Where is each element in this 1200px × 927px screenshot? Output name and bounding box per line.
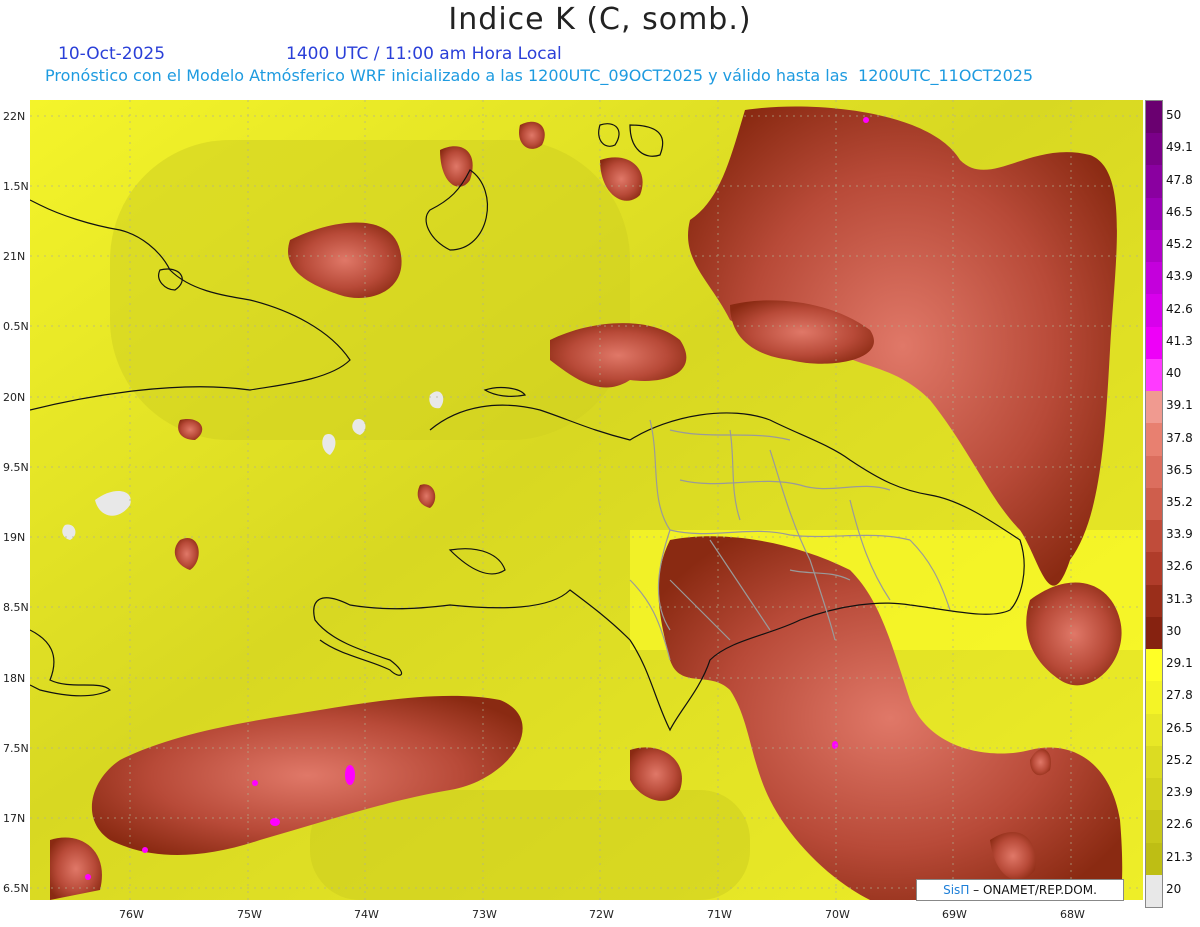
colorbar-label: 42.6	[1166, 301, 1193, 316]
colorbar-label: 20	[1166, 881, 1182, 896]
lat-label: 0.5N	[3, 320, 29, 333]
colorbar-segment	[1146, 358, 1162, 392]
colorbar-label: 22.6	[1166, 817, 1193, 832]
colorbar-label: 33.9	[1166, 527, 1193, 542]
colorbar-segment	[1146, 229, 1162, 263]
lat-label: 1.5N	[3, 180, 29, 193]
colorbar-label: 35.2	[1166, 495, 1193, 509]
colorbar-segment	[1146, 391, 1162, 424]
colorbar-segment	[1146, 874, 1162, 908]
lon-label: 74W	[354, 908, 379, 921]
colorbar-segment	[1146, 713, 1162, 747]
lat-label: 6.5N	[3, 882, 29, 895]
colorbar-label: 47.8	[1166, 172, 1193, 187]
colorbar-label: 30	[1166, 623, 1182, 638]
colorbar-label: 29.1	[1166, 656, 1193, 671]
credit-box: SisΠ – ONAMET/REP.DOM.	[916, 879, 1124, 901]
k-index-map	[30, 100, 1143, 900]
colorbar-label: 39.1	[1166, 398, 1193, 413]
colorbar-segment	[1146, 778, 1162, 811]
lon-label: 75W	[237, 908, 262, 921]
colorbar-label: 32.6	[1166, 559, 1193, 574]
colorbar-segment	[1146, 487, 1162, 521]
lat-label: 22N	[3, 110, 26, 123]
lat-label: 20N	[3, 391, 26, 404]
colorbar-label: 45.2	[1166, 237, 1193, 252]
colorbar-label: 41.3	[1166, 333, 1193, 348]
credit-brand: SisΠ	[943, 883, 970, 897]
map-canvas	[30, 100, 1143, 900]
colorbar-label: 36.5	[1166, 462, 1193, 477]
lon-label: 68W	[1060, 908, 1085, 921]
lat-label: 21N	[3, 250, 26, 263]
lon-label: 70W	[825, 908, 850, 921]
colorbar-segment	[1146, 649, 1162, 682]
colorbar-segment	[1146, 294, 1162, 328]
colorbar-segment	[1146, 165, 1162, 199]
colorbar-label: 49.1	[1166, 140, 1193, 155]
colorbar-label: 25.2	[1166, 752, 1193, 767]
colorbar-label: 26.5	[1166, 720, 1193, 735]
colorbar-segment	[1146, 520, 1162, 553]
colorbar-segment	[1146, 745, 1162, 779]
forecast-time: 1400 UTC / 11:00 am Hora Local	[286, 44, 562, 64]
colorbar-segment	[1146, 197, 1162, 231]
colorbar-segment	[1146, 552, 1162, 586]
lon-label: 73W	[472, 908, 497, 921]
forecast-description: Pronóstico con el Modelo Atmósferico WRF…	[45, 66, 1034, 85]
colorbar-segment	[1146, 326, 1162, 360]
colorbar-segment	[1146, 133, 1162, 166]
lon-label: 72W	[589, 908, 614, 921]
lat-label: 9.5N	[3, 461, 29, 474]
colorbar-segment	[1146, 101, 1162, 134]
colorbar-segment	[1146, 681, 1162, 715]
colorbar	[1145, 100, 1163, 908]
colorbar-label: 23.9	[1166, 785, 1193, 800]
colorbar-segment	[1146, 423, 1162, 457]
colorbar-segment	[1146, 842, 1162, 876]
lon-label: 76W	[119, 908, 144, 921]
lon-label: 69W	[942, 908, 967, 921]
colorbar-segment	[1146, 810, 1162, 843]
lat-label: 8.5N	[3, 601, 29, 614]
forecast-date: 10-Oct-2025	[58, 44, 166, 64]
colorbar-segment	[1146, 616, 1162, 650]
colorbar-label: 27.8	[1166, 688, 1193, 703]
colorbar-label: 31.3	[1166, 591, 1193, 606]
colorbar-segment	[1146, 584, 1162, 618]
colorbar-label: 40	[1166, 366, 1182, 381]
lat-label: 18N	[3, 672, 26, 685]
colorbar-segment	[1146, 455, 1162, 489]
map-title: Indice K (C, somb.)	[448, 2, 752, 37]
lat-label: 17N	[3, 812, 26, 825]
credit-text: – ONAMET/REP.DOM.	[973, 883, 1097, 897]
colorbar-label: 21.3	[1166, 849, 1193, 864]
colorbar-label: 50	[1166, 108, 1182, 123]
lat-label: 7.5N	[3, 742, 29, 755]
colorbar-segment	[1146, 262, 1162, 295]
lat-label: 19N	[3, 531, 26, 544]
lon-label: 71W	[707, 908, 732, 921]
colorbar-label: 46.5	[1166, 204, 1193, 219]
colorbar-label: 43.9	[1166, 269, 1193, 284]
colorbar-label: 37.8	[1166, 430, 1193, 445]
